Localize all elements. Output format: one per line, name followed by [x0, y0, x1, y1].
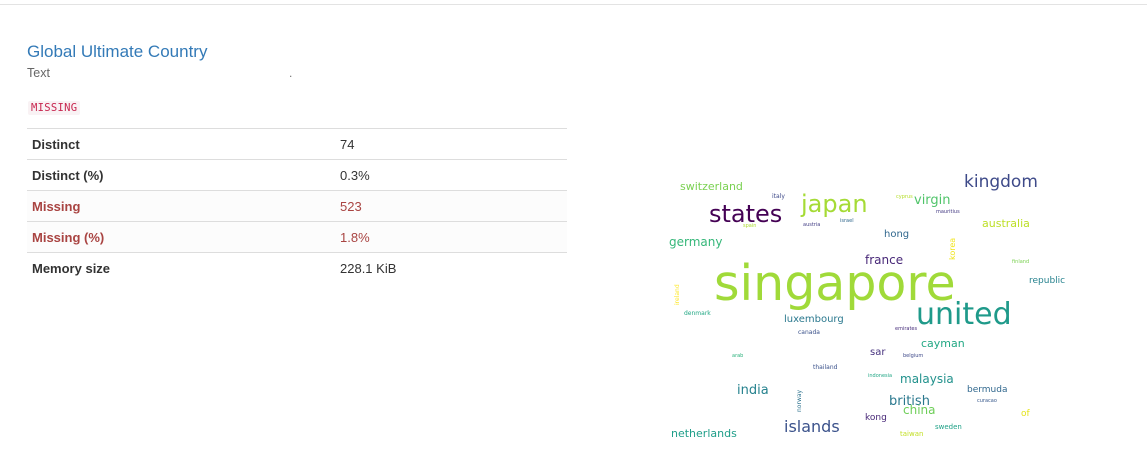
- word-sar: sar: [870, 347, 886, 358]
- word-hong: hong: [884, 229, 909, 240]
- word-italy: italy: [772, 193, 785, 200]
- word-bermuda: bermuda: [967, 385, 1008, 395]
- stat-row-distinct: Distinct 74: [27, 128, 567, 160]
- word-indonesia: indonesia: [868, 373, 892, 379]
- word-norway: norway: [796, 389, 803, 412]
- stat-value: 1.8%: [335, 221, 567, 253]
- variable-title-link[interactable]: Global Ultimate Country: [27, 42, 207, 62]
- word-sweden: sweden: [935, 423, 962, 431]
- word-curacao: curacao: [977, 398, 997, 404]
- word-kong: kong: [865, 413, 887, 423]
- stat-label: Missing (%): [27, 221, 335, 253]
- variable-type-label: Text: [27, 66, 50, 80]
- word-denmark: denmark: [684, 310, 711, 317]
- word-netherlands: netherlands: [671, 427, 737, 440]
- stat-label: Memory size: [32, 260, 111, 276]
- word-ireland: ireland: [674, 284, 681, 305]
- word-thailand: thailand: [813, 364, 838, 371]
- stat-label: Distinct (%): [27, 159, 335, 191]
- word-switzerland: switzerland: [680, 180, 743, 193]
- word-kingdom: kingdom: [964, 172, 1038, 192]
- word-belgium: belgium: [903, 353, 923, 359]
- variable-marker-dot: .: [289, 66, 293, 80]
- stat-value: 228.1 KiB: [340, 260, 397, 276]
- word-cyprus: cyprus: [896, 194, 913, 200]
- top-divider: [0, 4, 1147, 5]
- word-luxembourg: luxembourg: [784, 314, 844, 325]
- word-taiwan: taiwan: [900, 430, 923, 438]
- stat-value: 74: [335, 128, 567, 160]
- stat-row-missing: Missing 523: [27, 190, 567, 222]
- word-austria: austria: [803, 222, 820, 228]
- word-china: china: [903, 403, 936, 417]
- word-canada: canada: [798, 329, 820, 336]
- word-islands: islands: [784, 417, 840, 436]
- word-emirates: emirates: [895, 326, 917, 332]
- word-malaysia: malaysia: [900, 372, 954, 386]
- stat-label: Missing: [27, 190, 335, 222]
- word-virgin: virgin: [914, 193, 951, 208]
- word-australia: australia: [982, 217, 1030, 230]
- stat-row-missing-percent: Missing (%) 1.8%: [27, 221, 567, 253]
- stat-label: Distinct: [27, 128, 335, 160]
- word-united: united: [916, 297, 1012, 332]
- word-germany: germany: [669, 235, 722, 249]
- word-of: of: [1021, 409, 1031, 419]
- word-spain: spain: [743, 223, 756, 229]
- word-korea: korea: [948, 238, 957, 260]
- word-mauritius: mauritius: [936, 209, 960, 215]
- word-japan: japan: [800, 190, 868, 218]
- word-cayman: cayman: [921, 337, 965, 350]
- stat-row-memory-size: Memory size 228.1 KiB: [27, 253, 567, 284]
- word-israel: israel: [840, 218, 854, 224]
- word-arab: arab: [732, 353, 743, 359]
- stat-value: 523: [335, 190, 567, 222]
- word-india: india: [737, 383, 769, 398]
- word-cloud-image: singapore united states japan kingdom vi…: [669, 172, 1065, 440]
- word-republic: republic: [1029, 276, 1065, 286]
- stat-row-distinct-percent: Distinct (%) 0.3%: [27, 159, 567, 191]
- word-finland: finland: [1012, 259, 1029, 265]
- word-france: france: [865, 253, 903, 267]
- stat-value: 0.3%: [335, 159, 567, 191]
- statistics-table: Distinct 74 Distinct (%) 0.3% Missing 52…: [27, 128, 567, 283]
- missing-warning-badge: MISSING: [28, 101, 81, 115]
